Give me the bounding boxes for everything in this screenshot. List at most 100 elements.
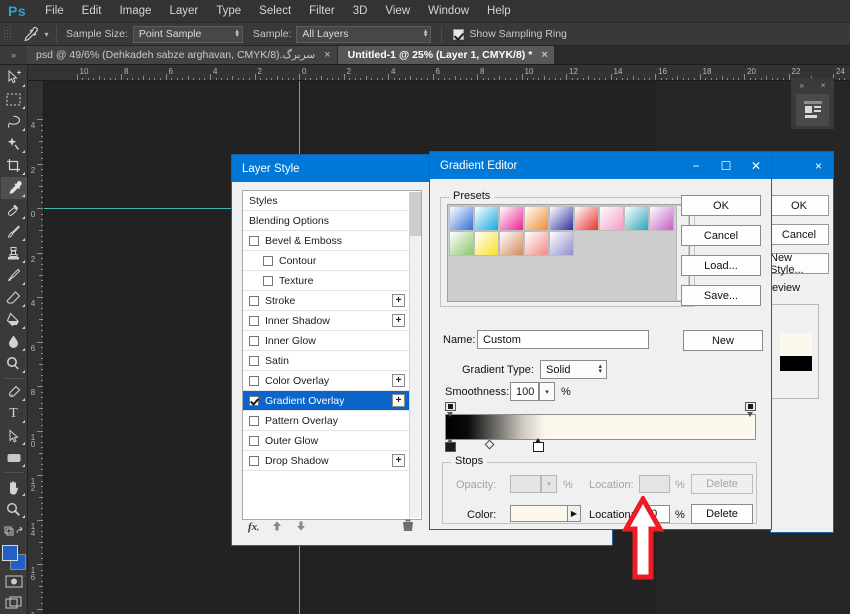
gradient-preset-10[interactable] xyxy=(449,231,474,256)
document-tab-2[interactable]: Untitled-1 @ 25% (Layer 1, CMYK/8) * × xyxy=(337,46,555,64)
menu-item-type[interactable]: Type xyxy=(207,2,250,20)
color-swatch[interactable] xyxy=(510,505,568,522)
add-effect-icon[interactable]: + xyxy=(392,314,405,327)
effect-row-bevel-emboss[interactable]: Bevel & Emboss xyxy=(243,231,409,251)
effect-checkbox[interactable] xyxy=(249,375,259,386)
effect-row-inner-shadow[interactable]: Inner Shadow + xyxy=(243,311,409,331)
fx-icon[interactable]: fx, xyxy=(248,521,259,533)
menu-item-3d[interactable]: 3D xyxy=(344,2,377,20)
gradient-ok-button[interactable]: OK xyxy=(681,195,761,216)
gradient-ramp-editor[interactable] xyxy=(445,402,756,452)
rectangle-tool[interactable] xyxy=(1,447,27,469)
menu-item-select[interactable]: Select xyxy=(250,2,300,20)
menu-item-filter[interactable]: Filter xyxy=(300,2,344,20)
tool-preset-chevron-icon[interactable]: ▾ xyxy=(42,24,51,44)
minimize-icon[interactable]: − xyxy=(681,152,711,179)
clone-stamp-tool[interactable] xyxy=(1,243,27,265)
document-tab-close-icon[interactable]: × xyxy=(324,49,330,61)
gradient-type-select[interactable]: Solid ▴ ▾ xyxy=(540,360,607,379)
eyedropper-icon[interactable] xyxy=(16,24,42,44)
gradient-preset-3[interactable] xyxy=(499,206,524,231)
color-swatches[interactable] xyxy=(1,545,27,571)
properties-panel-button[interactable] xyxy=(796,94,829,126)
options-bar-grip[interactable] xyxy=(3,26,12,42)
maximize-icon[interactable]: ☐ xyxy=(711,152,741,179)
gradient-ramp[interactable] xyxy=(445,414,756,440)
menu-item-edit[interactable]: Edit xyxy=(73,2,111,20)
document-tab-close-icon[interactable]: × xyxy=(541,49,547,61)
presets-grid[interactable] xyxy=(449,206,675,256)
horizontal-ruler[interactable]: 10 8 6 4 2 0 2 4 6 8 10 12 14 16 18 20 22 24 xyxy=(28,65,850,81)
color-delete-button[interactable]: Delete xyxy=(691,504,753,524)
zoom-tool[interactable] xyxy=(1,498,27,520)
gradient-preset-7[interactable] xyxy=(599,206,624,231)
effect-checkbox[interactable] xyxy=(249,435,259,446)
crop-tool[interactable] xyxy=(1,155,27,177)
tab-collapse-icon[interactable]: » xyxy=(0,46,26,64)
history-brush-tool[interactable] xyxy=(1,265,27,287)
effect-checkbox[interactable] xyxy=(263,275,273,286)
color-stop-cream-selected[interactable] xyxy=(533,438,544,452)
gradient-preset-4[interactable] xyxy=(524,206,549,231)
layer-style-effects-list[interactable]: Styles Blending Options Bevel & Emboss Cont… xyxy=(242,190,422,520)
gradient-preset-9[interactable] xyxy=(649,206,674,231)
gradient-preset-14[interactable] xyxy=(549,231,574,256)
effect-row-color-overlay[interactable]: Color Overlay + xyxy=(243,371,409,391)
effect-checkbox[interactable] xyxy=(249,295,259,306)
gradient-name-input[interactable]: Custom xyxy=(477,330,649,349)
effect-row-gradient-overlay[interactable]: Gradient Overlay + xyxy=(243,391,409,411)
gradient-preset-11[interactable] xyxy=(474,231,499,256)
gradient-midpoint-marker[interactable] xyxy=(484,439,495,450)
effect-row-contour[interactable]: Contour xyxy=(243,251,409,271)
smoothness-dropdown-button[interactable]: ▾ xyxy=(539,382,555,401)
gradient-preset-12[interactable] xyxy=(499,231,524,256)
effect-checkbox[interactable] xyxy=(249,235,259,246)
foreground-color-swatch[interactable] xyxy=(1,545,18,562)
screen-mode-icon[interactable] xyxy=(1,592,27,614)
gradient-editor-titlebar[interactable]: Gradient Editor − ☐ ✕ xyxy=(430,152,771,179)
eraser-tool[interactable] xyxy=(1,287,27,309)
color-dropdown-icon[interactable]: ▶ xyxy=(568,505,581,522)
quick-selection-tool[interactable] xyxy=(1,133,27,155)
quick-mask-icon[interactable] xyxy=(1,570,27,592)
opacity-stop-start[interactable] xyxy=(445,402,456,417)
gradient-cancel-button[interactable]: Cancel xyxy=(681,225,761,246)
effect-row-pattern-overlay[interactable]: Pattern Overlay xyxy=(243,411,409,431)
gradient-preset-5[interactable] xyxy=(549,206,574,231)
color-stop-black[interactable] xyxy=(445,438,456,452)
gradient-preset-6[interactable] xyxy=(574,206,599,231)
panel-close-icon[interactable]: × xyxy=(821,81,826,90)
gradient-preset-8[interactable] xyxy=(624,206,649,231)
gradient-load-button[interactable]: Load... xyxy=(681,255,761,276)
hand-tool[interactable] xyxy=(1,476,27,498)
panel-expand-icon[interactable]: » xyxy=(799,81,803,90)
presets-well[interactable] xyxy=(447,204,690,302)
move-tool[interactable] xyxy=(1,67,27,89)
layer-style-close-icon[interactable]: × xyxy=(815,159,822,173)
menu-item-help[interactable]: Help xyxy=(478,2,520,20)
brush-tool[interactable] xyxy=(1,221,27,243)
effect-checkbox[interactable] xyxy=(249,455,259,466)
effect-row-drop-shadow[interactable]: Drop Shadow + xyxy=(243,451,409,471)
dodge-tool[interactable] xyxy=(1,353,27,375)
effect-checkbox[interactable] xyxy=(263,255,273,266)
effects-list-scrollbar[interactable] xyxy=(409,192,421,518)
rectangular-marquee-tool[interactable] xyxy=(1,89,27,111)
effect-checkbox[interactable] xyxy=(249,355,259,366)
menu-item-view[interactable]: View xyxy=(376,2,419,20)
effect-checkbox[interactable] xyxy=(249,395,259,406)
arrow-up-icon[interactable] xyxy=(271,520,283,535)
pen-tool[interactable] xyxy=(1,382,27,404)
lasso-tool[interactable] xyxy=(1,111,27,133)
menu-item-window[interactable]: Window xyxy=(419,2,478,20)
edit-toolbar-icon[interactable] xyxy=(1,520,27,542)
add-effect-icon[interactable]: + xyxy=(392,454,405,467)
show-sampling-ring-checkbox[interactable]: Show Sampling Ring xyxy=(453,28,567,40)
arrow-down-icon[interactable] xyxy=(295,520,307,535)
vertical-ruler[interactable]: 42024681012141618 xyxy=(28,81,44,614)
eyedropper-tool[interactable] xyxy=(0,176,27,199)
add-effect-icon[interactable]: + xyxy=(392,394,405,407)
add-effect-icon[interactable]: + xyxy=(392,374,405,387)
menu-item-file[interactable]: File xyxy=(36,2,73,20)
effects-list-scroll-thumb[interactable] xyxy=(410,192,421,236)
